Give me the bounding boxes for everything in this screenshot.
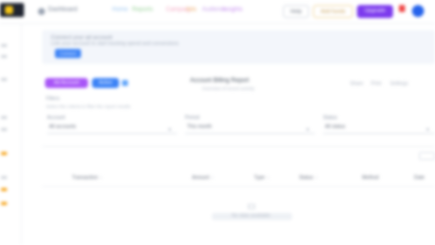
sort-icon: ↕ [99, 175, 103, 181]
status-select-value: All status [325, 124, 346, 130]
avatar[interactable] [412, 5, 424, 17]
help-button[interactable]: Help [283, 5, 309, 18]
banner-subtitle: Link your account to start tracking spen… [51, 41, 179, 47]
nav-insights[interactable]: Insights [222, 7, 243, 13]
sort-icon: ↕ [315, 175, 318, 181]
sort-icon: ↕ [266, 175, 270, 181]
table-header: Transaction ↕ Amount ↕ Type ↕ Status ↕ Metho… [42, 172, 435, 185]
upgrade-button[interactable]: Upgrade [357, 5, 393, 18]
connect-button[interactable]: Connect [55, 49, 81, 58]
export-button[interactable] [419, 152, 435, 160]
sidebar-item[interactable] [1, 152, 7, 155]
ad-account-tag[interactable]: Ad Account [45, 78, 88, 88]
sidebar-item[interactable] [1, 188, 7, 191]
status-select[interactable]: All status ▾ [323, 122, 435, 134]
table-divider [42, 186, 435, 187]
sidebar-item[interactable] [1, 116, 7, 119]
empty-state-icon [248, 204, 255, 209]
page-subtitle: Overview of recent activity [202, 86, 255, 91]
column-header-method[interactable]: Method [362, 175, 379, 181]
share-link[interactable]: Share [350, 81, 363, 87]
period-filter-label: Period [185, 115, 200, 121]
sidebar-item[interactable] [1, 128, 7, 131]
filters-label: Filters [46, 96, 60, 102]
column-header-transaction[interactable]: Transaction ↕ [72, 175, 102, 181]
nav-reports[interactable]: Reports [132, 7, 153, 13]
chevron-down-icon: ▾ [168, 127, 171, 133]
brand-name: Dashboard [48, 7, 78, 13]
period-select-value: This month [187, 124, 212, 130]
column-header-status[interactable]: Status ↕ [299, 175, 318, 181]
sort-icon: ↕ [211, 175, 214, 181]
account-filter-label: Account [47, 115, 66, 121]
sidebar-item[interactable] [1, 176, 7, 179]
nav-ads[interactable]: Ads [186, 7, 196, 13]
print-link[interactable]: Print [371, 81, 381, 87]
divider [42, 146, 435, 147]
logo-mark-icon [5, 6, 13, 14]
app-logo[interactable] [0, 3, 24, 17]
filters-description: Select the criteria to filter the report… [46, 104, 131, 109]
column-header-date[interactable]: Date [414, 175, 425, 181]
page-title: Account Billing Report [190, 78, 250, 84]
period-select[interactable]: This month ▾ [185, 122, 315, 134]
sidebar [0, 24, 22, 245]
chevron-down-icon: ▾ [306, 127, 309, 133]
badge-icon [122, 80, 128, 86]
notification-icon[interactable] [399, 5, 405, 12]
sidebar-item[interactable] [1, 44, 7, 47]
settings-link[interactable]: Settings [390, 81, 408, 87]
sidebar-item[interactable] [1, 202, 7, 205]
sidebar-item[interactable] [1, 78, 7, 81]
nav-home[interactable]: Home [112, 7, 128, 13]
column-header-amount[interactable]: Amount ↕ [192, 175, 214, 181]
chevron-down-icon: ▾ [426, 127, 429, 133]
column-header-type[interactable]: Type ↕ [254, 175, 269, 181]
account-select[interactable]: All accounts ▾ [47, 122, 177, 134]
status-filter-label: Status [323, 115, 338, 121]
brand-icon [38, 8, 45, 15]
sidebar-item[interactable] [1, 55, 7, 58]
top-bar: Dashboard Home Reports Campaigns Ads Aud… [0, 0, 435, 24]
add-funds-button[interactable]: Add funds [313, 5, 353, 18]
status-tag[interactable]: Active [92, 78, 119, 88]
connect-banner: Connect your ad account Link your accoun… [42, 30, 435, 64]
account-select-value: All accounts [49, 124, 76, 130]
empty-state-text: No data available [231, 213, 271, 219]
